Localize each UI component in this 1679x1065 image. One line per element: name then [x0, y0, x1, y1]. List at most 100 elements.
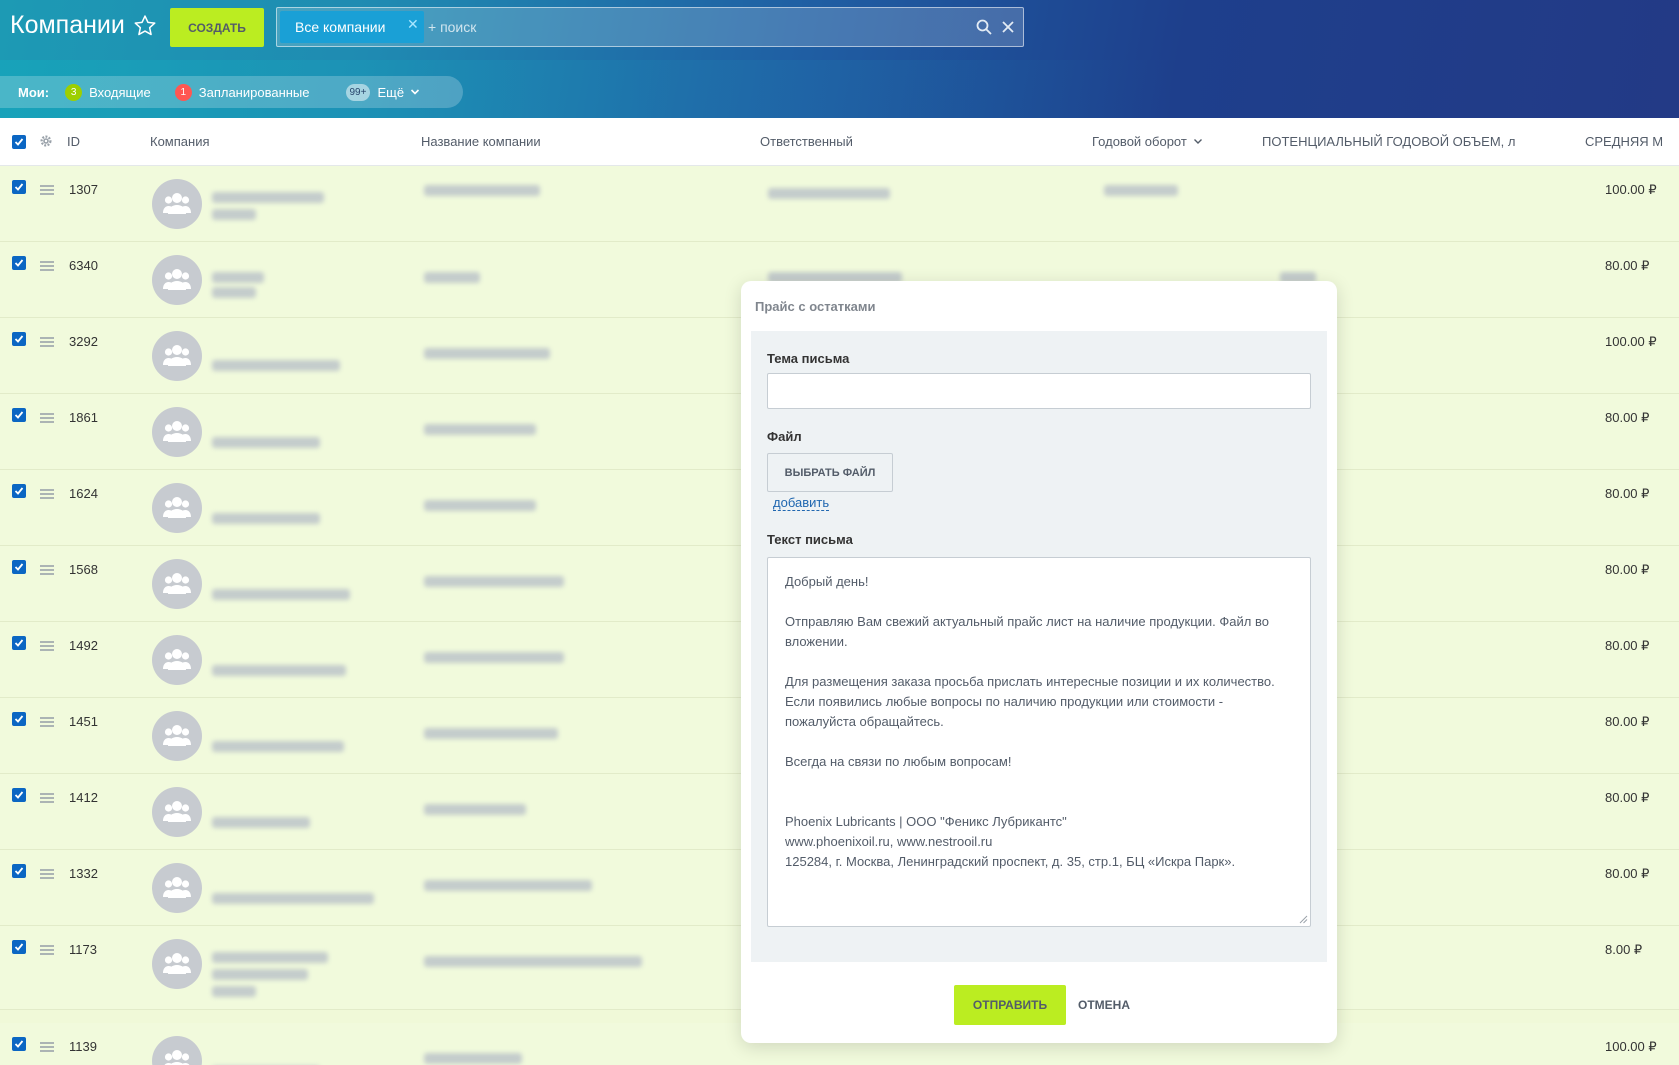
counter-incoming[interactable]: 3 Входящие [65, 83, 151, 101]
counters-title: Мои: [18, 84, 50, 100]
average-price: 80.00 ₽ [1605, 258, 1650, 273]
company-name-redacted [424, 500, 536, 511]
row-checkbox[interactable] [12, 788, 26, 802]
company-title-redacted [212, 969, 308, 980]
row-id[interactable]: 1173 [69, 942, 97, 957]
average-price: 80.00 ₽ [1605, 790, 1650, 805]
counter-planned[interactable]: 1 Запланированные [174, 83, 310, 101]
company-title-redacted [212, 952, 328, 963]
row-id[interactable]: 1492 [69, 638, 98, 653]
company-name-redacted [424, 272, 480, 283]
row-checkbox[interactable] [12, 864, 26, 878]
filter-search-box[interactable]: Все компании ✕ + поиск [276, 7, 1024, 47]
row-id[interactable]: 1139 [69, 1039, 97, 1054]
cancel-button[interactable]: ОТМЕНА [1078, 998, 1130, 1012]
counter-label: Ещё [377, 84, 405, 100]
add-file-link[interactable]: добавить [773, 496, 830, 511]
drag-handle-icon[interactable] [40, 412, 54, 424]
drag-handle-icon[interactable] [40, 260, 54, 272]
row-id[interactable]: 1568 [69, 562, 98, 577]
company-avatar-icon [152, 179, 202, 229]
company-avatar-icon [152, 635, 202, 685]
close-icon[interactable] [999, 18, 1017, 36]
row-id[interactable]: 1624 [69, 486, 98, 501]
subject-label: Тема письма [767, 351, 850, 366]
message-textarea[interactable]: Добрый день! Отправляю Вам свежий актуал… [767, 557, 1311, 927]
row-checkbox[interactable] [12, 484, 26, 498]
drag-handle-icon[interactable] [40, 488, 54, 500]
column-company[interactable]: Компания [150, 134, 210, 149]
column-average[interactable]: СРЕДНЯЯ М [1585, 134, 1663, 149]
row-id[interactable]: 1861 [69, 410, 98, 425]
row-checkbox[interactable] [12, 256, 26, 270]
choose-file-button[interactable]: ВЫБРАТЬ ФАЙЛ [767, 453, 893, 492]
company-avatar-icon [152, 1036, 202, 1065]
company-name-redacted [424, 880, 592, 891]
company-name-redacted [424, 1053, 522, 1064]
counter-label: Запланированные [198, 84, 310, 100]
column-id[interactable]: ID [67, 134, 80, 149]
drag-handle-icon[interactable] [40, 944, 54, 956]
column-responsible[interactable]: Ответственный [760, 134, 853, 149]
company-title-redacted [212, 192, 324, 203]
average-price: 80.00 ₽ [1605, 486, 1650, 501]
counter-more[interactable]: 99+ Ещё [345, 83, 421, 101]
gear-icon[interactable] [39, 134, 53, 148]
company-title-redacted [212, 513, 320, 524]
row-checkbox[interactable] [12, 712, 26, 726]
create-button[interactable]: СОЗДАТЬ [170, 8, 264, 47]
company-avatar-icon [152, 331, 202, 381]
resize-handle-icon[interactable] [1299, 915, 1308, 924]
row-checkbox[interactable] [12, 1037, 26, 1051]
drag-handle-icon[interactable] [40, 564, 54, 576]
row-checkbox[interactable] [12, 560, 26, 574]
average-price: 80.00 ₽ [1605, 410, 1650, 425]
filter-chip-close-icon[interactable]: ✕ [407, 16, 419, 33]
counter-badge: 99+ [345, 83, 371, 101]
row-checkbox[interactable] [12, 332, 26, 346]
column-potential-volume[interactable]: ПОТЕНЦИАЛЬНЫЙ ГОДОВОЙ ОБЪЕМ, л [1262, 134, 1515, 149]
search-icon[interactable] [975, 18, 993, 36]
drag-handle-icon[interactable] [40, 1041, 54, 1053]
drag-handle-icon[interactable] [40, 640, 54, 652]
company-avatar-icon [152, 483, 202, 533]
drag-handle-icon[interactable] [40, 792, 54, 804]
row-id[interactable]: 1412 [69, 790, 98, 805]
column-annual-turnover[interactable]: Годовой оборот [1092, 134, 1203, 149]
row-checkbox[interactable] [12, 180, 26, 194]
counters-bar: Мои: 3 Входящие 1 Запланированные 99+ Ещ… [0, 76, 463, 108]
send-button[interactable]: ОТПРАВИТЬ [954, 985, 1066, 1025]
row-id[interactable]: 1332 [69, 866, 98, 881]
drag-handle-icon[interactable] [40, 184, 54, 196]
select-all-checkbox[interactable] [12, 135, 26, 149]
row-checkbox[interactable] [12, 940, 26, 954]
column-company-name[interactable]: Название компании [421, 134, 541, 149]
row-id[interactable]: 3292 [69, 334, 98, 349]
table-row[interactable]: 1307 100.00 ₽ [0, 166, 1679, 242]
company-name-redacted [424, 348, 550, 359]
row-checkbox[interactable] [12, 408, 26, 422]
message-label: Текст письма [767, 532, 853, 547]
company-title-redacted [212, 209, 256, 220]
drag-handle-icon[interactable] [40, 868, 54, 880]
company-avatar-icon [152, 559, 202, 609]
drag-handle-icon[interactable] [40, 336, 54, 348]
responsible-redacted [768, 188, 890, 199]
company-name-redacted [424, 424, 536, 435]
filter-chip-label: Все компании [295, 19, 386, 35]
row-id[interactable]: 1307 [69, 182, 98, 197]
subject-input[interactable] [767, 373, 1311, 409]
row-id[interactable]: 1451 [69, 714, 98, 729]
row-id[interactable]: 6340 [69, 258, 98, 273]
star-icon[interactable] [132, 13, 158, 39]
row-checkbox[interactable] [12, 636, 26, 650]
filter-chip[interactable]: Все компании [280, 11, 424, 43]
drag-handle-icon[interactable] [40, 716, 54, 728]
company-avatar-icon [152, 863, 202, 913]
company-title-redacted [212, 287, 256, 298]
grid-header: ID Компания Название компании Ответствен… [0, 118, 1679, 166]
company-title-redacted [212, 817, 310, 828]
counter-badge: 3 [65, 83, 83, 101]
sort-chevron-icon [1194, 139, 1203, 144]
search-input[interactable]: + поиск [428, 19, 476, 35]
